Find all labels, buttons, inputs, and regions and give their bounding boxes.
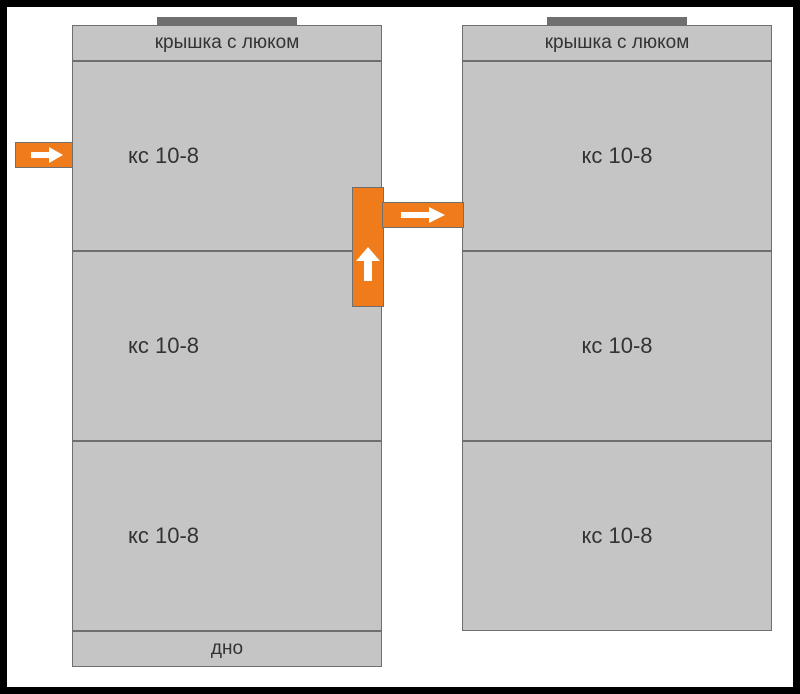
diagram-canvas: крышка с люком кс 10-8 кс 10-8 кс 10-8 д… — [7, 7, 793, 687]
ring-label: кс 10-8 — [581, 143, 652, 169]
arrow-right-icon — [31, 147, 63, 163]
ring-label: кс 10-8 — [128, 143, 199, 169]
ring-right-3: кс 10-8 — [462, 441, 772, 631]
arrow-right-icon — [401, 207, 445, 223]
ring-left-1: кс 10-8 — [72, 61, 382, 251]
ring-right-1: кс 10-8 — [462, 61, 772, 251]
arrow-up-icon — [356, 247, 380, 281]
ring-left-3: кс 10-8 — [72, 441, 382, 631]
ring-left-2: кс 10-8 — [72, 251, 382, 441]
hatch-cap-left — [157, 17, 297, 25]
hatch-cap-right — [547, 17, 687, 25]
ring-label: кс 10-8 — [581, 523, 652, 549]
lid-right: крышка с люком — [462, 25, 772, 61]
ring-label: кс 10-8 — [128, 333, 199, 359]
ring-label: кс 10-8 — [581, 333, 652, 359]
ring-right-2: кс 10-8 — [462, 251, 772, 441]
ring-label: кс 10-8 — [128, 523, 199, 549]
bottom-label: дно — [211, 638, 243, 660]
bottom-slab-left: дно — [72, 631, 382, 667]
lid-label-left: крышка с люком — [155, 32, 300, 54]
lid-left: крышка с люком — [72, 25, 382, 61]
lid-label-right: крышка с люком — [545, 32, 690, 54]
